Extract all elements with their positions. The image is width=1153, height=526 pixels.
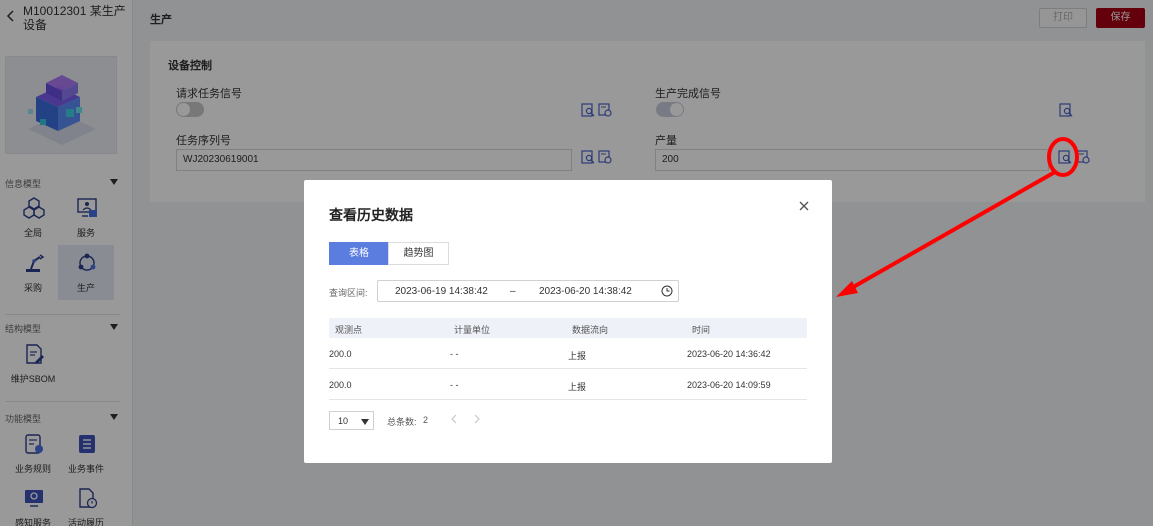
table-cell: 上报: [568, 351, 587, 361]
table-cell: 上报: [568, 382, 587, 392]
history-data-dialog: 查看历史数据 表格 趋势图 查询区间: 2023-06-19 14:38:42 …: [304, 180, 832, 463]
column-header: 时间: [692, 325, 711, 335]
table-cell: 200.0: [329, 349, 352, 359]
dialog-title: 查看历史数据: [329, 207, 413, 223]
column-header: 计量单位: [454, 325, 491, 335]
page-size-value: 10: [338, 416, 349, 426]
view-tabs: 表格 趋势图: [329, 242, 450, 265]
table-header: 观测点 计量单位 数据流向 时间: [329, 318, 807, 338]
caret-down-icon: [361, 419, 369, 425]
range-end[interactable]: 2023-06-20 14:38:42: [539, 286, 632, 297]
clock-icon: [661, 285, 673, 297]
range-separator: –: [510, 286, 516, 297]
table-row: 200.0 - - 上报 2023-06-20 14:36:42: [329, 338, 807, 369]
page-size-select[interactable]: 10: [329, 411, 374, 430]
table-cell: - -: [450, 380, 459, 390]
chevron-right-icon[interactable]: [473, 414, 481, 424]
table-cell: 2023-06-20 14:09:59: [687, 380, 771, 390]
column-header: 数据流向: [572, 325, 609, 335]
pagination: 10 总条数: 2: [329, 411, 629, 431]
chevron-left-icon[interactable]: [450, 414, 458, 424]
table-cell: 2023-06-20 14:36:42: [687, 349, 771, 359]
range-label: 查询区间:: [329, 288, 368, 298]
table-cell: - -: [450, 349, 459, 359]
range-start[interactable]: 2023-06-19 14:38:42: [395, 286, 488, 297]
tab-trend-chart[interactable]: 趋势图: [388, 242, 449, 265]
tab-table[interactable]: 表格: [329, 242, 389, 265]
close-icon[interactable]: [798, 200, 810, 212]
column-header: 观测点: [335, 325, 363, 335]
total-count-label: 总条数:: [387, 417, 417, 427]
total-count-value: 2: [423, 415, 429, 425]
date-range-picker[interactable]: 2023-06-19 14:38:42 – 2023-06-20 14:38:4…: [377, 280, 679, 302]
table-cell: 200.0: [329, 380, 352, 390]
table-row: 200.0 - - 上报 2023-06-20 14:09:59: [329, 369, 807, 400]
